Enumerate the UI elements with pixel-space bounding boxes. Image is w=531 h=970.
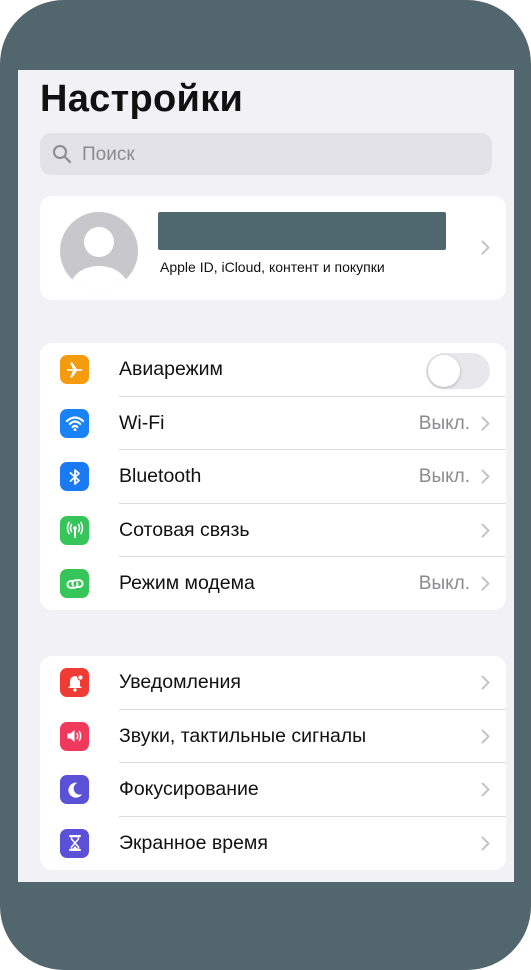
search-bar[interactable] bbox=[40, 133, 492, 177]
apple-id-subtitle: Apple ID, iCloud, контент и покупки bbox=[160, 259, 385, 275]
airplane-mode-toggle[interactable] bbox=[426, 353, 490, 389]
notifications-settings-group: Уведомления Звуки, тактильные сигналы Фо… bbox=[40, 656, 506, 870]
network-settings-group: Авиарежим Wi-Fi Выкл. Bluetooth Выкл. Со… bbox=[40, 343, 506, 610]
chevron-right-icon bbox=[481, 416, 490, 436]
wifi-row[interactable]: Wi-Fi Выкл. bbox=[40, 397, 506, 450]
notifications-label: Уведомления bbox=[119, 671, 241, 693]
page-title: Настройки bbox=[40, 78, 244, 120]
settings-screen: Настройки Apple ID, iCloud, контент и по… bbox=[18, 70, 514, 882]
sounds-row[interactable]: Звуки, тактильные сигналы bbox=[40, 710, 506, 763]
focus-label: Фокусирование bbox=[119, 778, 259, 800]
focus-row[interactable]: Фокусирование bbox=[40, 763, 506, 817]
moon-icon bbox=[60, 775, 89, 804]
chevron-right-icon bbox=[481, 836, 490, 856]
chevron-right-icon bbox=[481, 469, 490, 489]
bluetooth-label: Bluetooth bbox=[119, 465, 202, 487]
wifi-icon bbox=[60, 408, 89, 438]
chevron-right-icon bbox=[481, 729, 490, 749]
personal-hotspot-label: Режим модема bbox=[119, 572, 255, 594]
sounds-label: Звуки, тактильные сигналы bbox=[119, 724, 367, 747]
screen-time-row[interactable]: Экранное время bbox=[40, 817, 506, 871]
airplane-mode-label: Авиарежим bbox=[119, 358, 223, 380]
chevron-right-icon bbox=[481, 523, 490, 543]
chevron-right-icon bbox=[481, 675, 490, 695]
cellular-label: Сотовая связь bbox=[119, 518, 250, 541]
personal-hotspot-row[interactable]: Режим модема Выкл. bbox=[40, 557, 506, 610]
airplane-icon bbox=[60, 355, 89, 384]
toggle-knob bbox=[428, 355, 460, 387]
apple-id-card[interactable]: Apple ID, iCloud, контент и покупки bbox=[40, 196, 506, 300]
chevron-right-icon bbox=[481, 240, 490, 260]
airplane-mode-row[interactable]: Авиарежим bbox=[40, 343, 506, 397]
personal-hotspot-status: Выкл. bbox=[418, 573, 470, 594]
avatar bbox=[60, 212, 138, 290]
bluetooth-row[interactable]: Bluetooth Выкл. bbox=[40, 450, 506, 504]
bell-icon bbox=[60, 668, 89, 697]
search-input[interactable] bbox=[80, 133, 484, 177]
redacted-account-name bbox=[158, 212, 446, 250]
notifications-row[interactable]: Уведомления bbox=[40, 656, 506, 710]
wifi-label: Wi-Fi bbox=[119, 411, 165, 434]
hourglass-icon bbox=[60, 828, 89, 858]
chevron-right-icon bbox=[481, 782, 490, 802]
link-icon bbox=[60, 569, 89, 598]
speaker-icon bbox=[60, 721, 89, 751]
bluetooth-icon bbox=[60, 462, 89, 491]
search-icon bbox=[52, 144, 72, 169]
wifi-status: Выкл. bbox=[418, 412, 470, 434]
phone-frame: Настройки Apple ID, iCloud, контент и по… bbox=[0, 0, 531, 970]
antenna-icon bbox=[60, 515, 89, 545]
bluetooth-status: Выкл. bbox=[418, 466, 470, 487]
cellular-row[interactable]: Сотовая связь bbox=[40, 504, 506, 557]
screen-time-label: Экранное время bbox=[119, 831, 268, 854]
chevron-right-icon bbox=[481, 576, 490, 596]
